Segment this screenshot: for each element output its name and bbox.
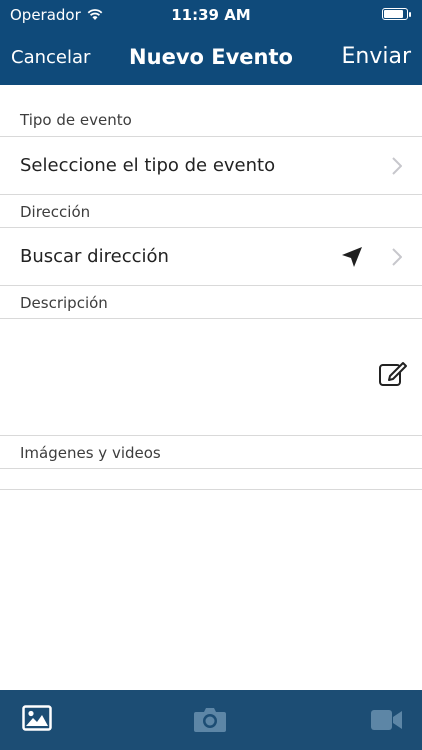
description-label: Descripción xyxy=(0,286,422,319)
media-label: Imágenes y videos xyxy=(0,436,422,469)
address-value: Buscar dirección xyxy=(20,246,169,267)
address-label: Dirección xyxy=(0,195,422,228)
location-arrow-icon[interactable] xyxy=(340,245,364,269)
bottom-toolbar xyxy=(0,690,422,750)
status-bar: Operador 11:39 AM xyxy=(0,0,422,30)
event-type-row[interactable]: Seleccione el tipo de evento xyxy=(0,137,422,195)
video-icon[interactable] xyxy=(371,709,403,731)
address-row[interactable]: Buscar dirección xyxy=(0,228,422,286)
media-list xyxy=(0,469,422,490)
nav-bar: Cancelar Nuevo Evento Enviar xyxy=(0,30,422,85)
edit-icon[interactable] xyxy=(378,359,408,387)
event-form: Tipo de evento Seleccione el tipo de eve… xyxy=(0,85,422,490)
event-type-label: Tipo de evento xyxy=(0,85,422,137)
description-field[interactable] xyxy=(0,319,422,436)
battery-icon xyxy=(382,8,411,20)
event-type-value: Seleccione el tipo de evento xyxy=(20,155,276,176)
send-button[interactable]: Enviar xyxy=(341,44,411,69)
image-icon[interactable] xyxy=(22,705,52,731)
chevron-right-icon xyxy=(392,248,402,266)
chevron-right-icon xyxy=(392,157,402,175)
camera-icon[interactable] xyxy=(193,705,227,733)
header: Operador 11:39 AM Cancelar Nuevo Evento … xyxy=(0,0,422,85)
status-time: 11:39 AM xyxy=(171,6,251,24)
